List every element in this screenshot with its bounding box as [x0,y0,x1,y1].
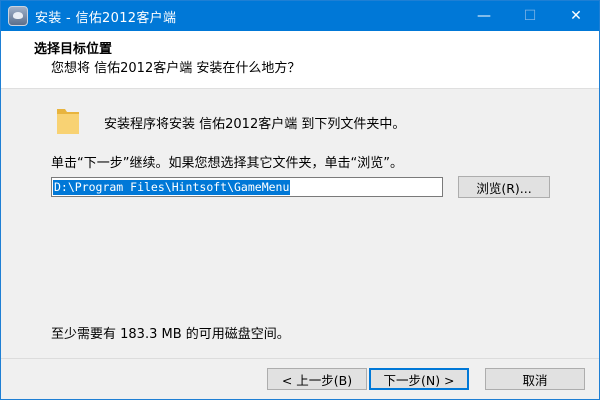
disk-space-requirement: 至少需要有 183.3 MB 的可用磁盘空间。 [51,327,290,342]
folder-icon [57,109,79,134]
footer-divider [1,358,599,359]
install-path-value: D:\Program Files\Hintsoft\GameMenu [53,179,291,195]
browse-button[interactable]: 浏览(R)... [458,176,550,198]
install-path-field[interactable]: D:\Program Files\Hintsoft\GameMenu [51,177,443,197]
installer-window: 安装 - 信佑2012客户端 — ☐ ✕ 选择目标位置 您想将 信佑2012客户… [0,0,600,400]
window-title: 安装 - 信佑2012客户端 [35,10,177,26]
wizard-header: 选择目标位置 您想将 信佑2012客户端 安装在什么地方？ [1,31,599,89]
page-subtitle: 您想将 信佑2012客户端 安装在什么地方？ [51,61,301,76]
app-icon [8,6,28,26]
page-title: 选择目标位置 [34,42,113,57]
next-button[interactable]: 下一步(N) > [369,368,469,390]
maximize-icon: ☐ [523,8,537,24]
minimize-button[interactable]: — [461,1,507,31]
close-button[interactable]: ✕ [553,1,599,31]
caption-buttons: — ☐ ✕ [461,1,599,31]
install-description: 安装程序将安装 信佑2012客户端 到下列文件夹中。 [104,117,406,132]
close-icon: ✕ [570,8,582,24]
back-button[interactable]: < 上一步(B) [267,368,367,390]
minimize-icon: — [477,8,491,24]
maximize-button: ☐ [507,1,553,31]
title-bar[interactable]: 安装 - 信佑2012客户端 — ☐ ✕ [1,1,599,31]
instruction-text: 单击“下一步”继续。如果您想选择其它文件夹，单击“浏览”。 [51,156,403,171]
cancel-button[interactable]: 取消 [485,368,585,390]
